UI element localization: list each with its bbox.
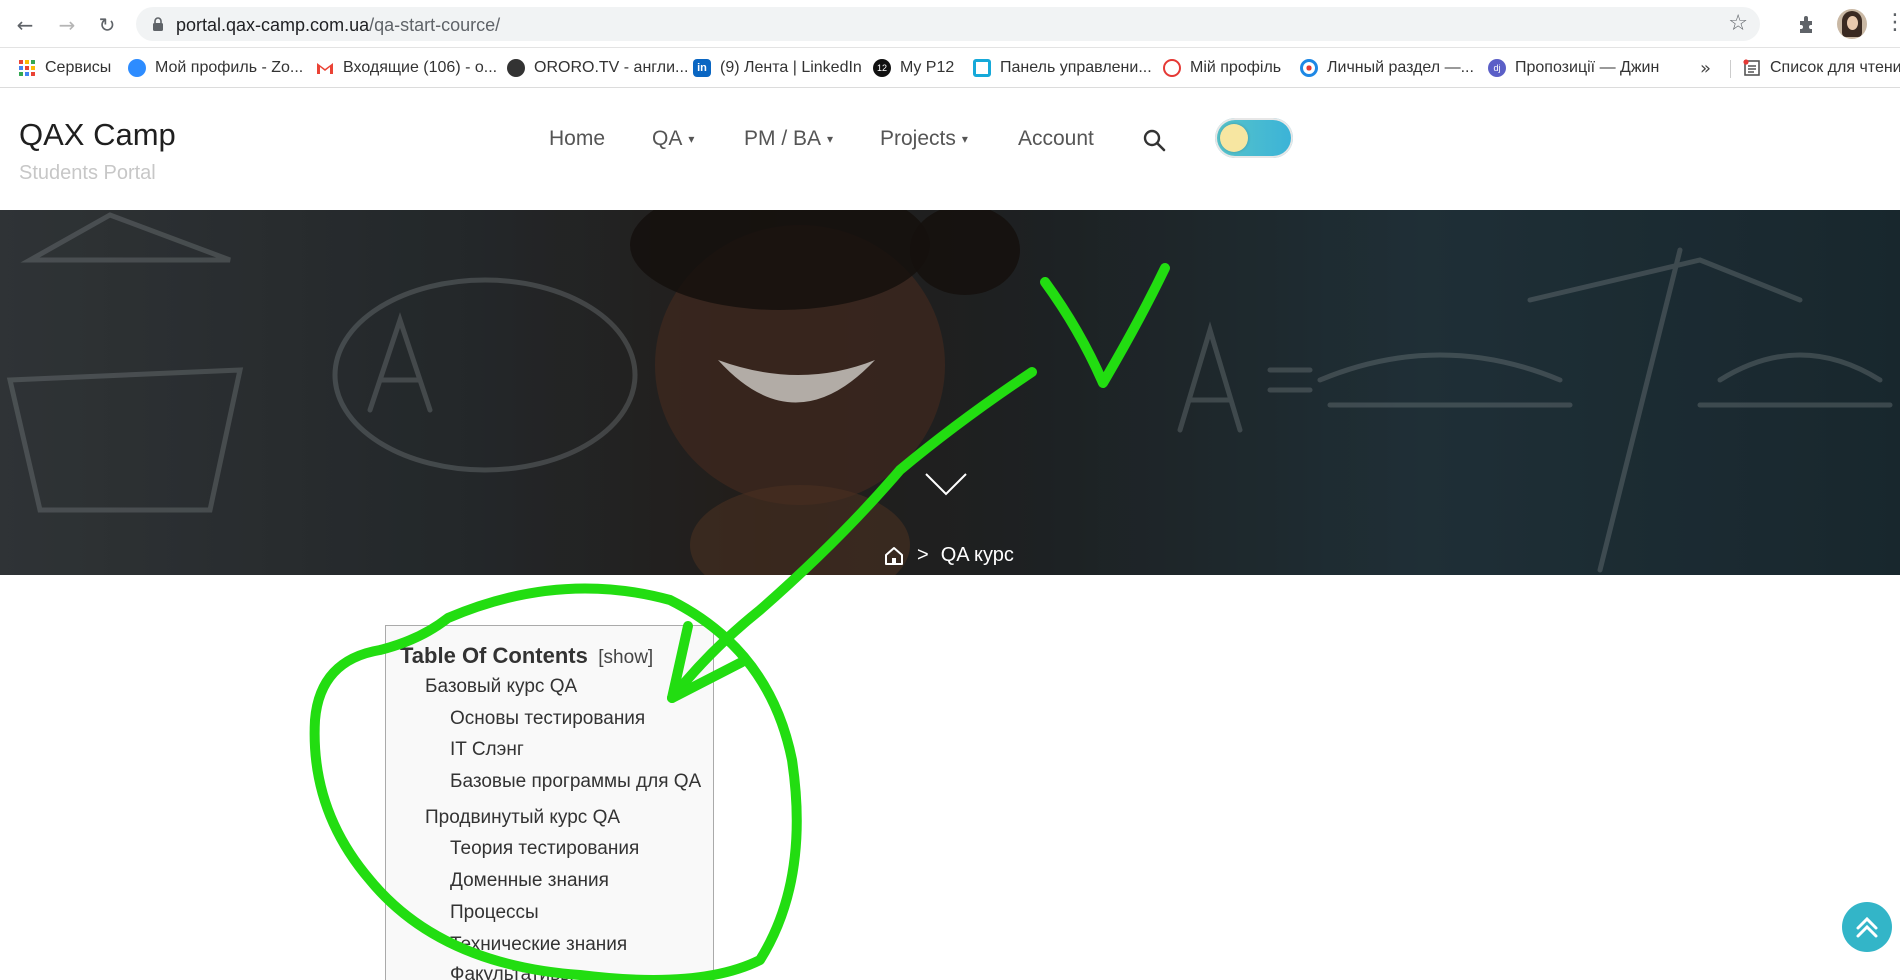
bookmark-label: Личный раздел —... (1327, 59, 1474, 76)
nav-pm-ba[interactable]: PM / BA ▾ (744, 127, 833, 151)
bookmark-item[interactable]: ORORO.TV - англи... (507, 56, 688, 80)
nav-label: QA (652, 127, 683, 150)
bookmark-item[interactable]: Личный раздел —... (1300, 56, 1474, 80)
nav-label: Home (549, 127, 606, 150)
breadcrumb: > QA курс (883, 544, 1014, 567)
reading-list-icon (1743, 59, 1760, 76)
bookmark-item[interactable]: Сервисы (18, 56, 111, 80)
breadcrumb-current: QA курс (940, 544, 1014, 566)
nav-account[interactable]: Account (1018, 127, 1094, 151)
search-icon[interactable] (1142, 128, 1166, 152)
nav-home[interactable]: Home (549, 127, 605, 151)
url-text: portal.qax-camp.com.ua/qa-start-cource/ (176, 15, 500, 36)
toc-item[interactable]: Доменные знания (450, 870, 609, 892)
nav-projects[interactable]: Projects ▾ (880, 127, 968, 151)
bookmark-item[interactable]: Входящие (106) - o... (316, 56, 497, 80)
toc-item[interactable]: Продвинутый курс QA (425, 807, 620, 829)
reading-list-label: Список для чтения (1770, 59, 1900, 76)
toc-item[interactable]: Технические знания (450, 934, 627, 956)
caret-down-icon: ▾ (688, 132, 695, 147)
bookmark-label: (9) Лента | LinkedIn (720, 59, 862, 76)
chevron-down-icon[interactable] (924, 472, 968, 498)
toc-title: Table Of Contents (400, 643, 588, 668)
bookmarks-divider (1730, 60, 1731, 78)
site-header: QAX Camp Students Portal Home QA ▾ PM / B… (0, 88, 1900, 210)
bookmark-label: Панель управлени... (1000, 59, 1152, 76)
bookmark-label: Мой профиль - Zo... (155, 59, 304, 76)
hero-banner: > QA курс (0, 210, 1900, 575)
linkedin-icon: in (693, 59, 711, 77)
bookmarks-overflow-button[interactable]: » (1700, 58, 1711, 79)
toggle-knob (1220, 124, 1248, 152)
nav-label: PM / BA (744, 127, 822, 150)
breadcrumb-separator: > (917, 544, 929, 566)
nav-qa[interactable]: QA ▾ (652, 127, 694, 151)
site-title[interactable]: QAX Camp (19, 117, 176, 153)
zoom-icon (128, 59, 146, 77)
address-bar[interactable]: portal.qax-camp.com.ua/qa-start-cource/ … (136, 7, 1760, 41)
bookmark-label: Входящие (106) - o... (343, 59, 498, 76)
toc-show-toggle[interactable]: [show] (598, 647, 653, 668)
caret-down-icon: ▾ (961, 132, 968, 147)
bookmark-label: Мій профіль (1190, 59, 1282, 76)
double-chevron-up-icon (1856, 916, 1878, 938)
url-host: portal.qax-camp.com.ua (176, 15, 370, 35)
bookmark-item[interactable]: Мой профиль - Zo... (128, 56, 303, 80)
bookmark-label: ORORO.TV - англи... (534, 59, 689, 76)
toc-item[interactable]: Теория тестирования (450, 838, 639, 860)
lock-icon (153, 17, 163, 31)
bookmark-item[interactable]: 12 My P12 (873, 56, 954, 80)
profile-avatar[interactable] (1837, 9, 1867, 39)
table-of-contents: Table Of Contents [show] Базовый курс QA… (385, 625, 714, 980)
ororo-icon (507, 59, 525, 77)
toc-item[interactable]: Базовый курс QA (425, 676, 577, 698)
back-to-top-button[interactable] (1842, 902, 1892, 952)
toc-item[interactable]: IT Слэнг (450, 739, 524, 761)
toc-item[interactable]: Процессы (450, 902, 539, 924)
apps-grid-icon (19, 60, 35, 76)
bookmark-item[interactable]: Мій профіль (1163, 56, 1281, 80)
url-path: /qa-start-cource/ (369, 15, 501, 35)
bookmarks-bar: Сервисы Мой профиль - Zo... Входящие (10… (0, 48, 1900, 88)
toc-header: Table Of Contents [show] (400, 643, 653, 669)
reload-icon[interactable]: ↻ (94, 12, 120, 38)
caret-down-icon: ▾ (827, 132, 834, 147)
profile-r-icon (1163, 59, 1181, 77)
nav-label: Account (1018, 127, 1094, 150)
p12-icon: 12 (873, 59, 891, 77)
browser-toolbar: ← → ↻ portal.qax-camp.com.ua/qa-start-co… (0, 0, 1900, 48)
target-icon (1300, 59, 1318, 77)
hero-overlay (0, 210, 1900, 575)
gmail-icon (317, 63, 333, 74)
toc-item[interactable]: Базовые программы для QA (450, 771, 701, 793)
bookmark-item[interactable]: in (9) Лента | LinkedIn (693, 56, 862, 80)
browser-window: { "browser": { "url_host": "portal.qax-c… (0, 0, 1900, 980)
bookmark-label: Пропозиції — Джин (1515, 59, 1660, 76)
bookmark-star-icon[interactable]: ☆ (1728, 11, 1748, 36)
site-tagline: Students Portal (19, 162, 156, 184)
browser-menu-icon[interactable]: ⋮ (1884, 10, 1900, 36)
djinni-icon: dj (1488, 59, 1506, 77)
toc-item[interactable]: Факультативы (450, 964, 574, 980)
home-icon[interactable] (883, 545, 905, 567)
dark-mode-toggle[interactable] (1215, 118, 1293, 158)
bookmark-item[interactable]: Панель управлени... (973, 56, 1152, 80)
forward-arrow-icon[interactable]: → (54, 12, 80, 38)
nav-label: Projects (880, 127, 956, 150)
extensions-puzzle-icon[interactable] (1796, 12, 1820, 36)
bookmark-item[interactable]: dj Пропозиції — Джин (1488, 56, 1659, 80)
back-arrow-icon[interactable]: ← (12, 12, 38, 38)
reading-list-button[interactable]: Список для чтения (1743, 56, 1900, 80)
bookmark-label: My P12 (900, 59, 955, 76)
bookmark-label: Сервисы (45, 59, 112, 76)
panel-icon (973, 59, 991, 77)
toc-item[interactable]: Основы тестирования (450, 708, 645, 730)
